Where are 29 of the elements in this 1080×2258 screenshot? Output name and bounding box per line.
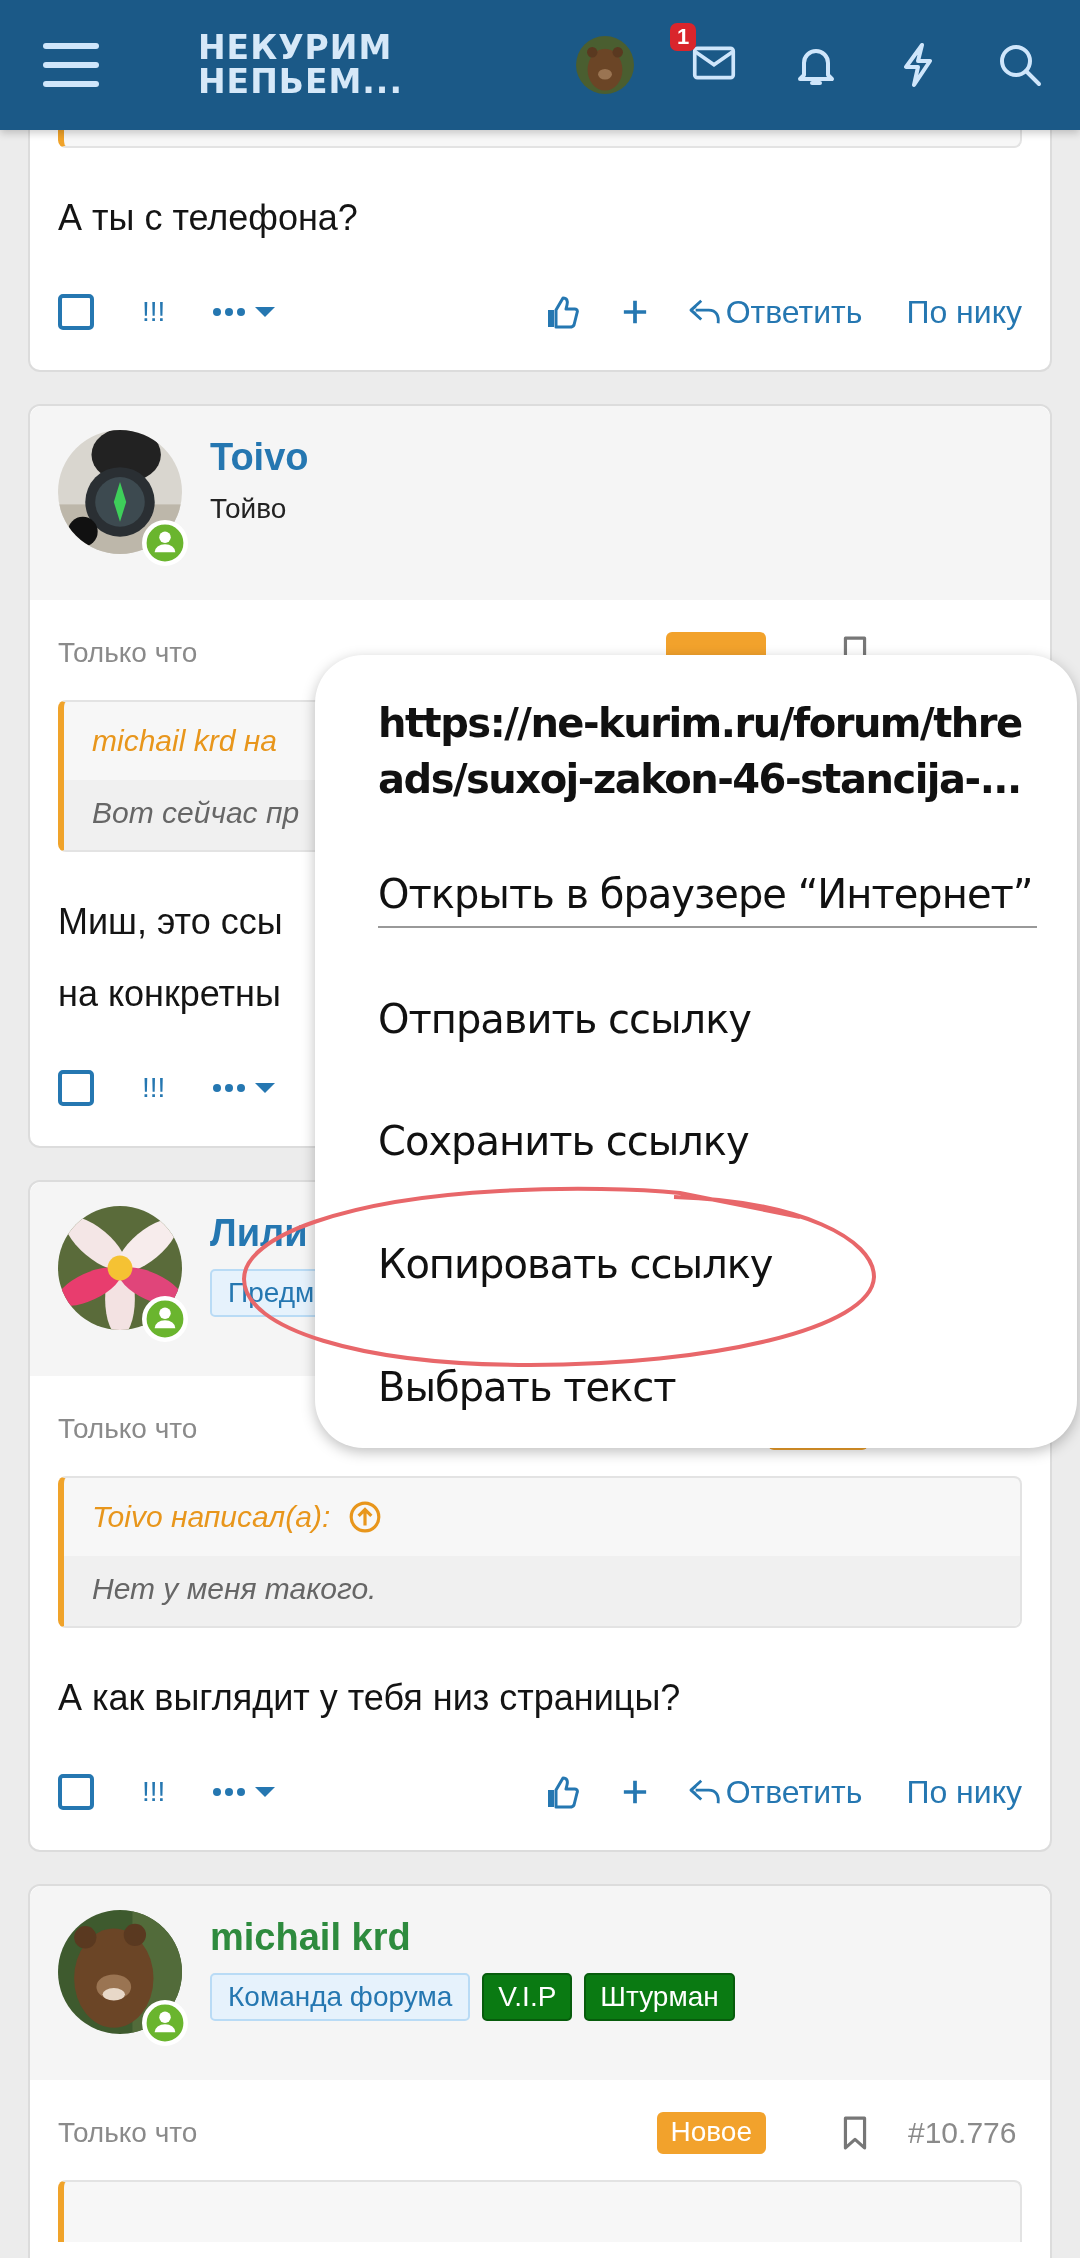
reply-link[interactable]: Ответить: [687, 293, 863, 331]
site-logo[interactable]: НЕКУРИМ НЕПЬЕМ...: [198, 31, 398, 99]
reply-link[interactable]: Ответить: [687, 1773, 863, 1811]
post-time: Только что: [58, 1413, 198, 1445]
username[interactable]: michail krd: [210, 1916, 735, 1959]
post-number[interactable]: #10.776: [908, 2116, 1022, 2150]
menu-item[interactable]: Сохранить ссылку: [378, 1080, 1037, 1203]
unread-count: 1: [670, 23, 697, 51]
post-time: Только что: [58, 2117, 198, 2149]
menu-item[interactable]: Копировать ссылку: [378, 1202, 1037, 1326]
user-badge: Команда форума: [210, 1973, 471, 2021]
menu-item[interactable]: Выбрать текст: [378, 1325, 1037, 1448]
report-link[interactable]: !!!: [142, 1072, 166, 1104]
post-text: А как выглядит у тебя низ страницы?: [58, 1676, 681, 1720]
user-badge: Штурман: [584, 1973, 735, 2021]
mention-link[interactable]: По нику: [906, 1773, 1022, 1811]
quote-text: Нет у меня такого.: [64, 1556, 1020, 1626]
mention-link[interactable]: По нику: [906, 293, 1022, 331]
new-badge: Новое: [656, 2112, 766, 2154]
username[interactable]: Toivo: [210, 436, 309, 479]
post-time: Только что: [58, 637, 198, 669]
user-badge: V.I.P: [482, 1973, 573, 2021]
menu-item[interactable]: Отправить ссылку: [378, 957, 1037, 1081]
post-text: Миш, это ссы: [58, 900, 283, 944]
user-title: Тойво: [210, 493, 288, 525]
post-text: на конкретны: [58, 972, 281, 1016]
post-text: А ты с телефона?: [58, 196, 358, 240]
report-link[interactable]: !!!: [142, 296, 166, 328]
report-link[interactable]: !!!: [142, 1776, 166, 1808]
